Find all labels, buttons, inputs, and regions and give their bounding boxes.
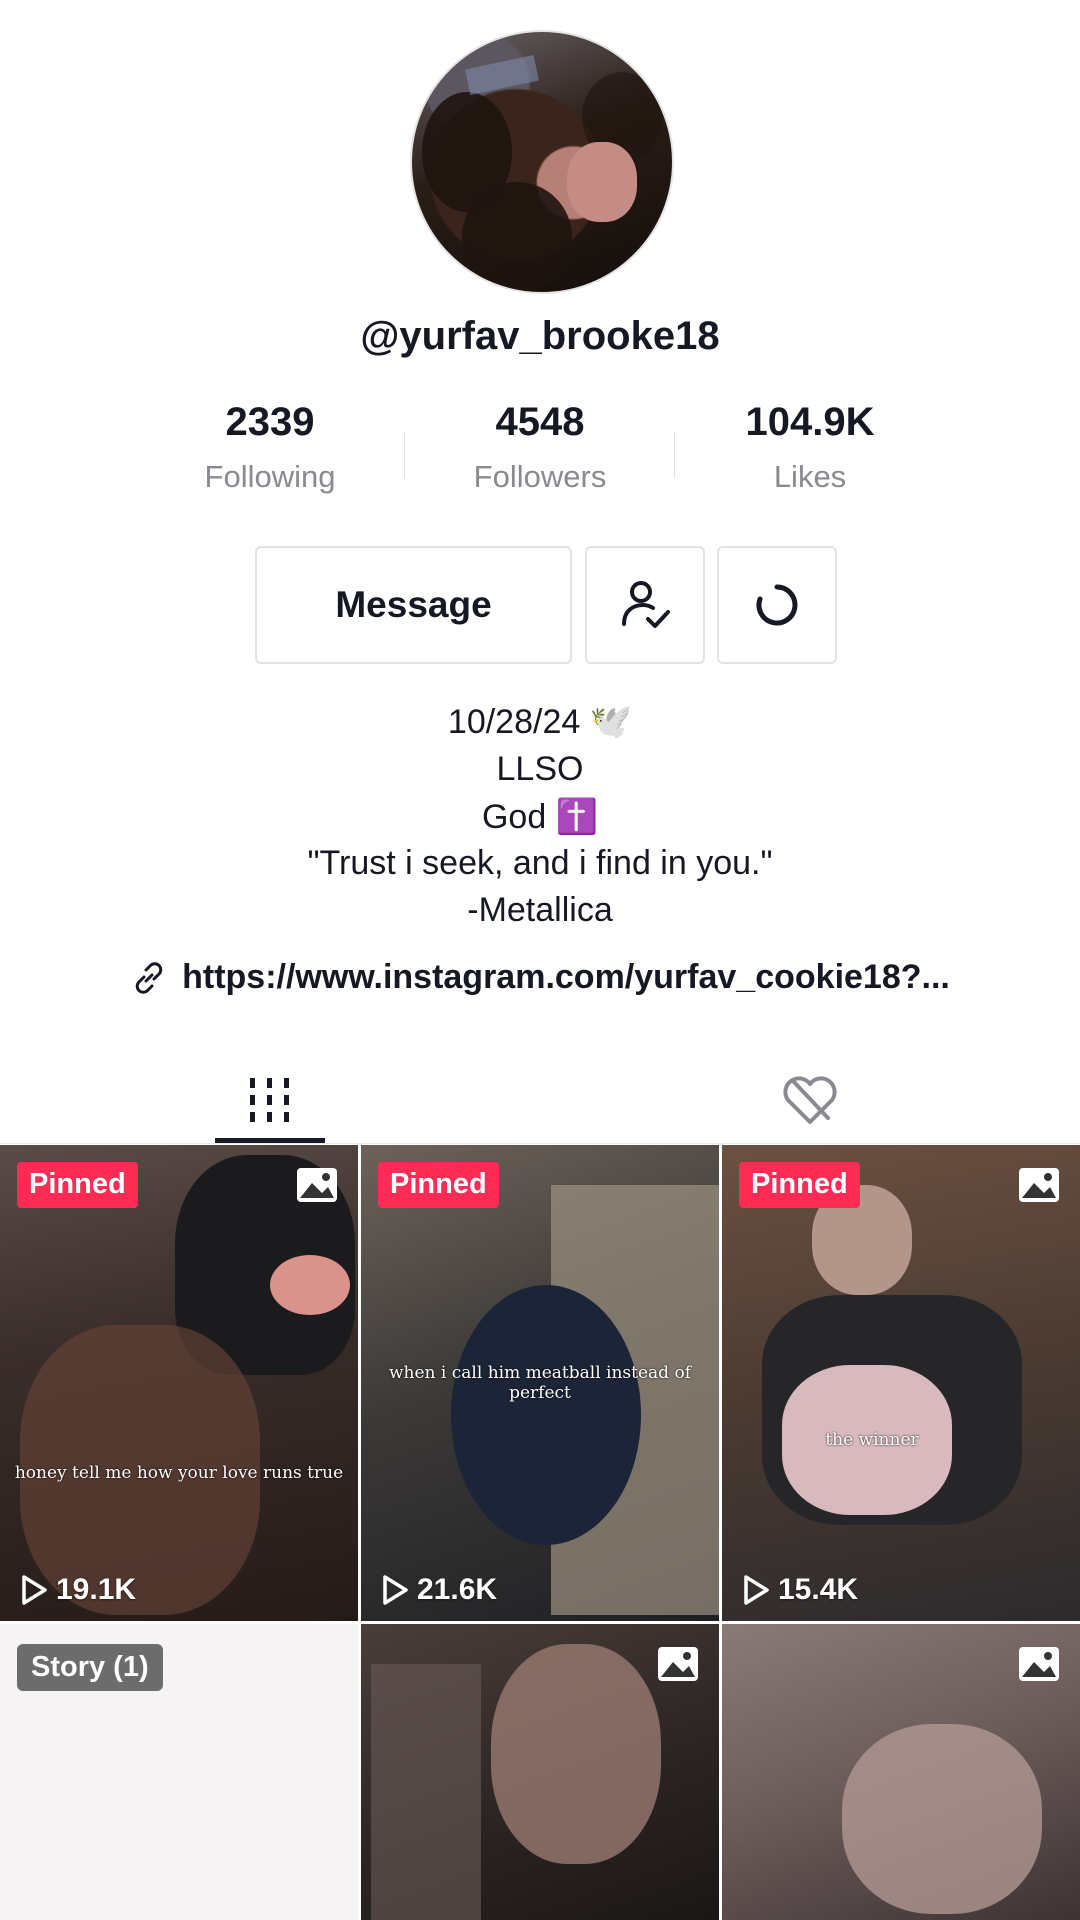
photo-icon: [658, 1647, 698, 1681]
video-thumbnail[interactable]: Pinned when i call him meatball instead …: [361, 1145, 719, 1621]
avatar[interactable]: [410, 30, 674, 294]
following-count: 2339: [225, 400, 315, 444]
video-caption: when i call him meatball instead of perf…: [389, 1363, 691, 1403]
following-status-button[interactable]: [585, 546, 705, 664]
likes-count: 104.9K: [745, 400, 875, 444]
play-icon: [744, 1575, 769, 1605]
followers-label: Followers: [473, 459, 607, 494]
username: @yurfav_brooke18: [360, 314, 720, 358]
stat-divider: [674, 432, 675, 478]
video-thumbnail[interactable]: Pinned honey tell me how your love runs …: [0, 1145, 358, 1621]
video-thumbnail[interactable]: [361, 1624, 719, 1920]
view-count: 21.6K: [381, 1573, 497, 1607]
message-button[interactable]: Message: [255, 546, 572, 664]
link-icon: [135, 961, 163, 994]
video-thumbnail[interactable]: [722, 1624, 1080, 1920]
stat-likes[interactable]: 104.9K Likes: [680, 400, 940, 495]
view-count-value: 21.6K: [417, 1573, 498, 1606]
user-check-icon: [622, 581, 670, 628]
pinned-badge: Pinned: [378, 1162, 499, 1208]
view-count-value: 15.4K: [778, 1573, 859, 1606]
refresh-icon: [756, 584, 798, 626]
suggested-accounts-button[interactable]: [717, 546, 837, 664]
bio-line: LLSO: [496, 750, 584, 788]
play-icon: [383, 1575, 408, 1605]
pinned-badge: Pinned: [17, 1162, 138, 1208]
bio-link-text: https://www.instagram.com/yurfav_cookie1…: [182, 958, 950, 996]
stat-divider: [404, 432, 405, 478]
story-badge: Story (1): [17, 1644, 163, 1691]
video-thumbnail[interactable]: Pinned the winner 15.4K: [722, 1145, 1080, 1621]
tab-liked[interactable]: [540, 1055, 1080, 1145]
bio-line: 10/28/24 🕊️: [447, 703, 633, 741]
bio-line: "Trust i seek, and i find in you.": [307, 844, 773, 882]
photo-icon: [1019, 1647, 1059, 1681]
view-count-value: 19.1K: [56, 1573, 137, 1606]
story-thumbnail[interactable]: Story (1): [0, 1624, 358, 1920]
pinned-badge: Pinned: [739, 1162, 860, 1208]
bio-link[interactable]: https://www.instagram.com/yurfav_cookie1…: [0, 958, 1080, 997]
tab-videos[interactable]: [0, 1055, 540, 1145]
stat-following[interactable]: 2339 Following: [140, 400, 400, 495]
photo-icon: [1019, 1168, 1059, 1202]
video-caption: the winner: [825, 1430, 919, 1450]
view-count: 15.4K: [742, 1573, 858, 1607]
stat-followers[interactable]: 4548 Followers: [410, 400, 670, 495]
grid-icon: [250, 1078, 289, 1122]
following-label: Following: [204, 459, 336, 494]
photo-icon: [297, 1168, 337, 1202]
bio-line: -Metallica: [467, 891, 613, 929]
tab-divider: [0, 1143, 1080, 1144]
play-icon: [22, 1575, 47, 1605]
view-count: 19.1K: [20, 1573, 136, 1607]
followers-count: 4548: [495, 400, 585, 444]
likes-label: Likes: [773, 459, 847, 494]
bio-line: God ✝️: [481, 798, 599, 836]
hidden-heart-icon: [783, 1076, 837, 1124]
video-caption: honey tell me how your love runs true: [14, 1463, 344, 1483]
